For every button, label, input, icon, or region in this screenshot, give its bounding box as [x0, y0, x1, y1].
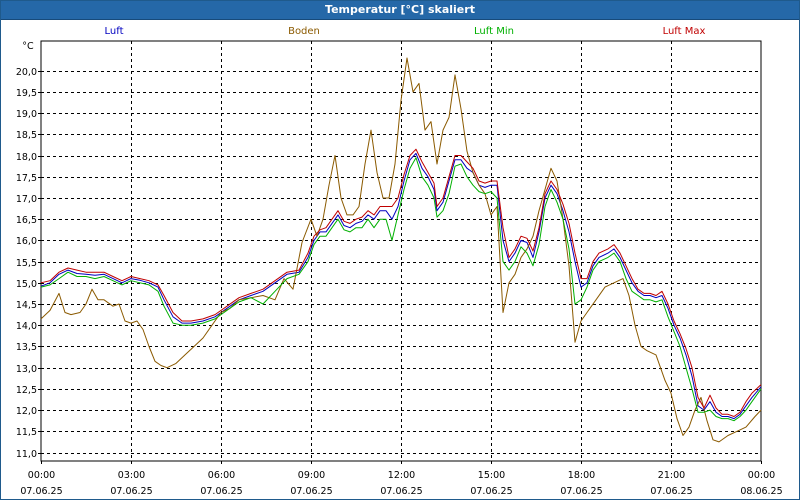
legend-entry-boden: Boden: [288, 26, 320, 37]
y-tick-label: 13,0: [16, 364, 37, 375]
x-tick-time-label: 12:00: [388, 470, 415, 481]
temperature-chart: 11,0 11,5 12,0 12,5 13,0 13,5 14,0 14,5 15,0 15,5…: [16, 26, 783, 497]
y-axis-label: °C: [22, 41, 34, 52]
y-tick-label: 11,0: [16, 449, 37, 460]
y-tick-label: 15,5: [16, 258, 37, 269]
x-tick-time-label: 00:00: [28, 470, 55, 481]
legend: Luft Boden Luft Min Luft Max: [105, 26, 706, 37]
x-tick-date-label: 08.06.25: [740, 486, 782, 497]
legend-entry-luft-min: Luft Min: [474, 26, 514, 37]
x-tick-date-label: 07.06.25: [560, 486, 602, 497]
y-tick-label: 20,0: [16, 67, 37, 78]
y-tick-label: 14,5: [16, 300, 37, 311]
y-tick-label: 16,5: [16, 215, 37, 226]
y-tick-label: 16,0: [16, 236, 37, 247]
y-tick-label: 12,5: [16, 385, 37, 396]
x-tick-date-label: 07.06.25: [20, 486, 62, 497]
y-tick-label: 19,0: [16, 109, 37, 120]
x-tick-time-label: 21:00: [658, 470, 685, 481]
x-tick-time-label: 15:00: [478, 470, 505, 481]
y-tick-label: 14,0: [16, 321, 37, 332]
y-tick-label: 17,5: [16, 173, 37, 184]
x-tick-time-label: 03:00: [118, 470, 145, 481]
x-tick-date-label: 07.06.25: [110, 486, 152, 497]
y-tick-label: 18,0: [16, 152, 37, 163]
chart-window: Temperatur [°C] skaliert 11,0 11,5 12,0 12,…: [0, 0, 800, 500]
y-tick-label: 18,5: [16, 130, 37, 141]
x-tick-date-label: 07.06.25: [200, 486, 242, 497]
x-tick-time-label: 09:00: [298, 470, 325, 481]
y-tick-label: 13,5: [16, 342, 37, 353]
x-tick-time-label: 00:00: [748, 470, 775, 481]
y-tick-label: 15,0: [16, 279, 37, 290]
y-tick-label: 19,5: [16, 88, 37, 99]
x-tick-date-label: 07.06.25: [290, 486, 332, 497]
x-tick-date-label: 07.06.25: [470, 486, 512, 497]
x-tick-date-label: 07.06.25: [650, 486, 692, 497]
x-tick-time-label: 18:00: [568, 470, 595, 481]
legend-entry-luft: Luft: [105, 26, 124, 37]
y-tick-label: 17,0: [16, 194, 37, 205]
y-tick-label: 12,0: [16, 406, 37, 417]
legend-entry-luft-max: Luft Max: [663, 26, 706, 37]
x-tick-date-label: 07.06.25: [380, 486, 422, 497]
y-tick-label: 11,5: [16, 427, 37, 438]
x-tick-time-label: 06:00: [208, 470, 235, 481]
